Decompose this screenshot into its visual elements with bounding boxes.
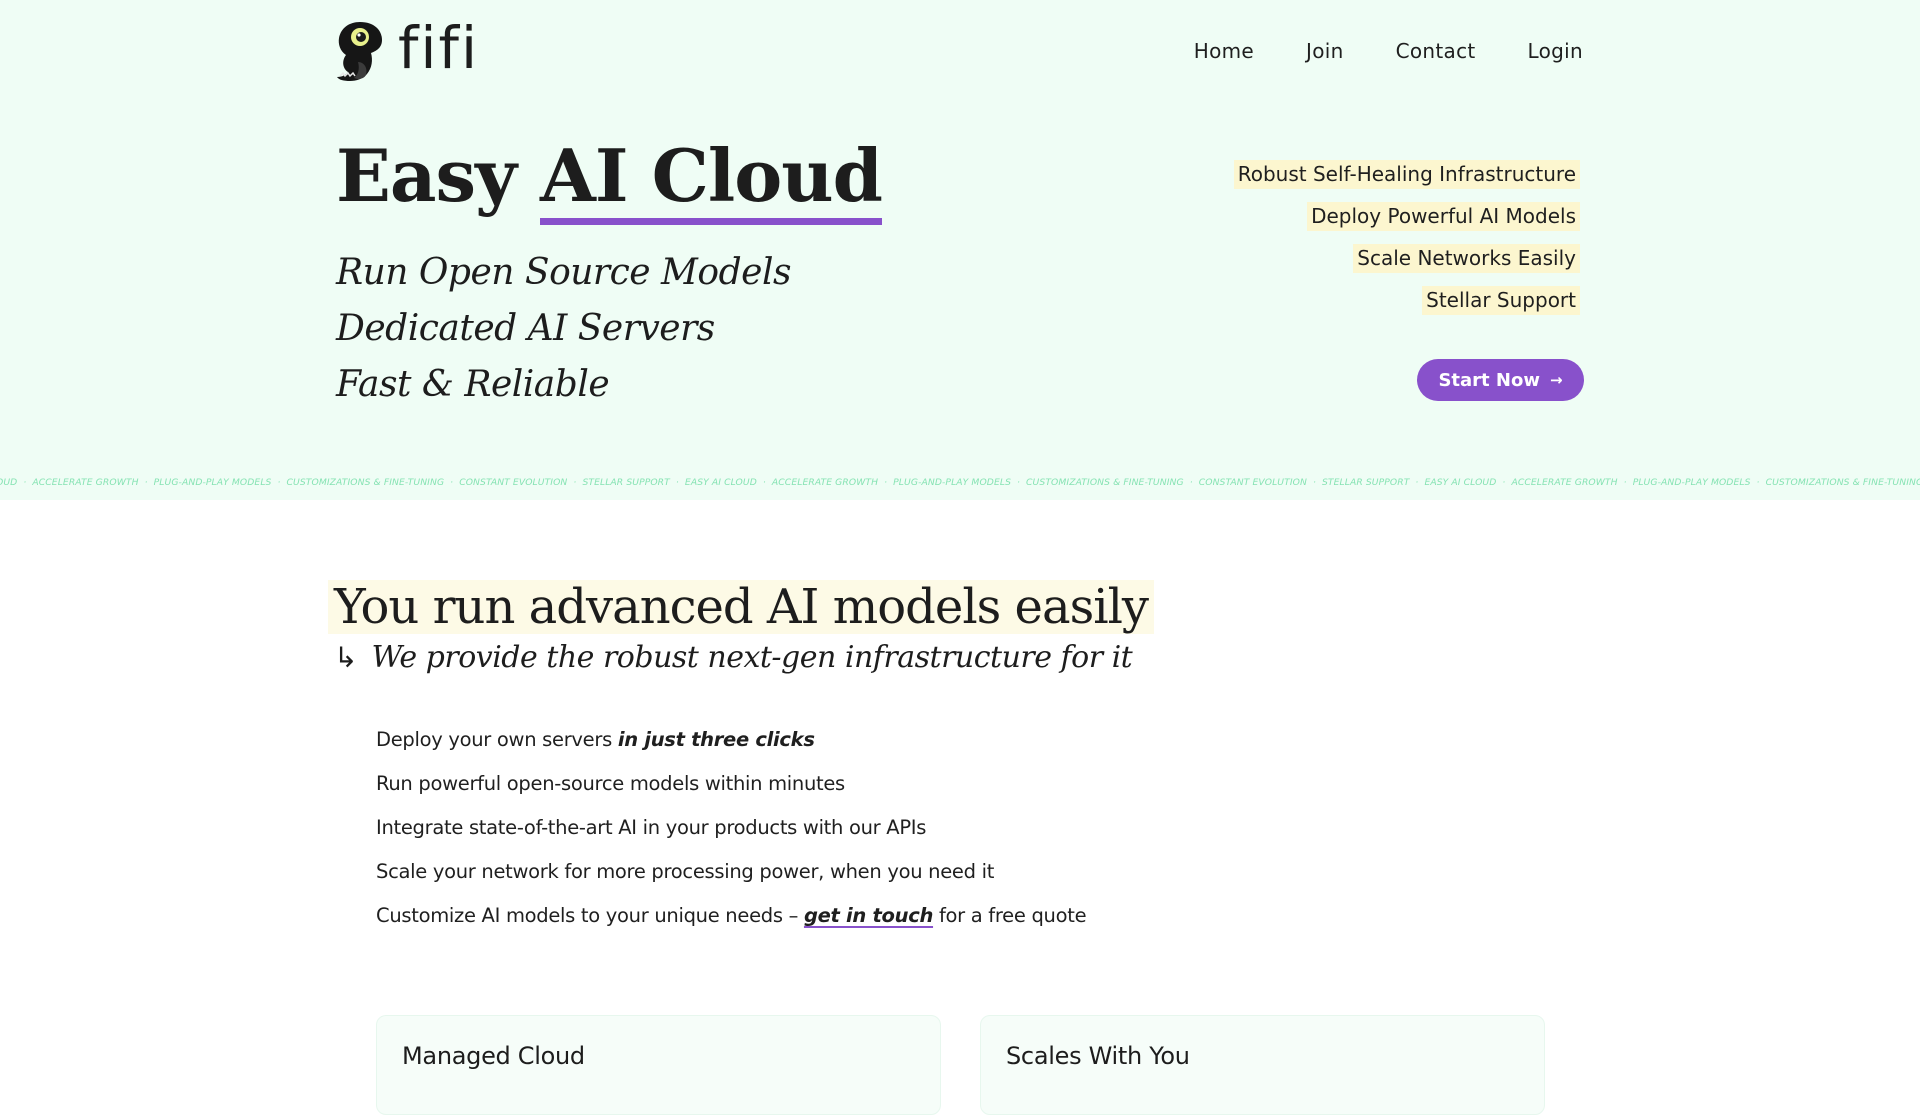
list-item: Run powerful open-source models within m… [376,772,845,795]
marquee-separator: · [1189,477,1193,488]
marquee-item: CONSTANT EVOLUTION [1198,477,1307,488]
hero-title-plain: Easy [336,133,517,218]
marquee-item: EASY AI CLOUD [1424,477,1497,488]
marquee-item: EASY AI CLOUD [684,477,757,488]
start-now-label: Start Now [1438,369,1540,391]
marquee-item: ACCELERATE GROWTH [1511,477,1618,488]
marquee-item: STELLAR SUPPORT [1321,477,1410,488]
return-arrow-icon: ↳ [334,641,358,674]
feature-highlight: Scale Networks Easily [1353,244,1580,273]
get-in-touch-link[interactable]: get in touch [804,904,933,927]
marquee-separator: · [1415,477,1419,488]
nav-contact[interactable]: Contact [1396,39,1476,63]
dino-mascot-icon [337,22,382,81]
marquee-item: CUSTOMIZATIONS & FINE-TUNING [286,477,445,488]
hero-subtitle: Run Open Source Models [336,252,791,293]
marquee-separator: · [277,477,281,488]
marquee-item: PLUG-AND-PLAY MODELS [1632,477,1751,488]
main-nav: Home Join Contact Login [1194,39,1583,63]
arrow-right-icon: → [1549,371,1563,389]
hero-title: Easy AI Cloud [336,133,883,225]
list-item: Scale your network for more processing p… [376,860,995,883]
marquee-item: CUSTOMIZATIONS & FINE-TUNING [1026,477,1184,488]
hero-subtitle: Dedicated AI Servers [336,308,715,349]
feature-highlight: Stellar Support [1422,286,1580,315]
marquee-item: OUD [0,477,18,488]
logo-link[interactable]: fifi [336,14,480,82]
list-item: Deploy your own servers in just three cl… [376,718,1086,762]
marquee-item: PLUG-AND-PLAY MODELS [893,477,1012,488]
feature-card-scales-with-you: Scales With You [980,1015,1545,1115]
marquee-separator: · [1623,477,1627,488]
marquee-separator: · [23,477,27,488]
marquee-separator: · [1017,477,1021,488]
intro-subline: ↳ We provide the robust next-gen infrast… [334,640,1133,675]
marquee-item: CONSTANT EVOLUTION [459,477,568,488]
list-item-text: for a free quote [933,904,1087,927]
intro-headline: You run advanced AI models easily [328,580,1155,634]
feature-highlight: Deploy Powerful AI Models [1307,202,1580,231]
intro-subline-text: We provide the robust next-gen infrastru… [371,640,1133,675]
marquee-item: CUSTOMIZATIONS & FINE-TUNING [1765,477,1920,488]
marquee-item: PLUG-AND-PLAY MODELS [153,477,272,488]
marquee-ticker: OUD · ACCELERATE GROWTH · PLUG-AND-PLAY MODE… [0,477,1920,488]
brand-name: fifi [398,14,480,82]
nav-home[interactable]: Home [1194,39,1254,63]
feature-card-managed-cloud: Managed Cloud [376,1015,941,1115]
start-now-button[interactable]: Start Now → [1417,359,1584,401]
nav-join[interactable]: Join [1306,39,1344,63]
marquee-separator: · [1312,477,1316,488]
list-item: Customize AI models to your unique needs… [376,894,1087,938]
hero-subtitle: Fast & Reliable [336,364,610,405]
list-item-text: Deploy your own servers [376,728,618,751]
marquee-separator: · [762,477,766,488]
benefits-list: Deploy your own servers in just three cl… [376,718,1087,938]
marquee-separator: · [1502,477,1506,488]
list-item-text: Customize AI models to your unique needs… [376,904,804,927]
list-item: Integrate state-of-the-art AI in your pr… [376,816,927,839]
marquee-item: ACCELERATE GROWTH [771,477,879,488]
marquee-separator: · [884,477,888,488]
hero-title-accent: AI Cloud [539,133,883,225]
card-title: Managed Cloud [402,1042,585,1070]
marquee-separator: · [675,477,679,488]
marquee-separator: · [144,477,148,488]
marquee-separator: · [1756,477,1760,488]
feature-highlights: Robust Self-Healing Infrastructure Deplo… [1233,160,1580,315]
hero-section: fifi Home Join Contact Login Easy AI Clo… [0,0,1920,500]
marquee-separator: · [450,477,454,488]
marquee-separator: · [573,477,577,488]
marquee-item: STELLAR SUPPORT [582,477,670,488]
list-item-emphasis: in just three clicks [617,728,815,751]
hero-subtitles: Run Open Source Models Dedicated AI Serv… [336,245,791,413]
card-title: Scales With You [1006,1042,1190,1070]
nav-login[interactable]: Login [1528,39,1583,63]
feature-highlight: Robust Self-Healing Infrastructure [1233,160,1580,189]
marquee-item: ACCELERATE GROWTH [32,477,139,488]
